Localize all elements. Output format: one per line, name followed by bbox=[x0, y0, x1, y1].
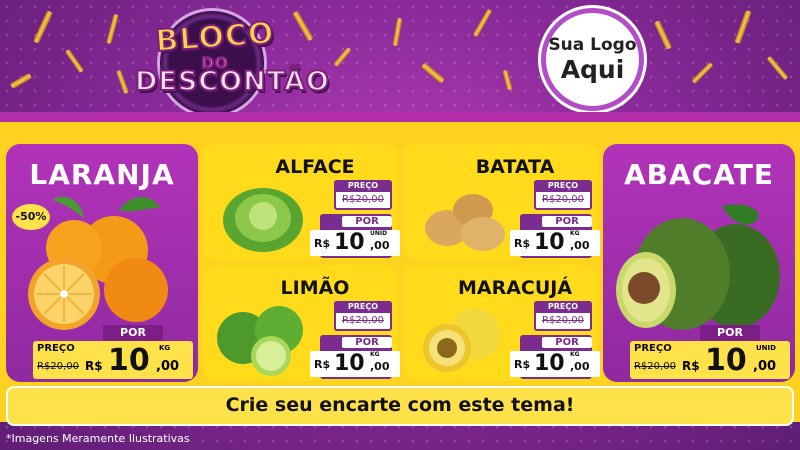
price-integer: 10 bbox=[534, 230, 565, 255]
currency: R$ bbox=[85, 359, 103, 373]
price-integer: 10 bbox=[334, 230, 365, 255]
price-value: R$ 10 ,00 KG bbox=[510, 230, 600, 256]
price-decimal: ,00 bbox=[753, 359, 777, 374]
discount-badge: -50% bbox=[12, 204, 50, 230]
price-unit: UNID bbox=[370, 230, 388, 237]
old-price: R$20,00 bbox=[342, 194, 384, 205]
lime-image bbox=[217, 306, 303, 376]
new-price-box: POR R$ 10 ,00 UNID bbox=[310, 214, 400, 258]
call-to-action-banner: Crie seu encarte com este tema! bbox=[6, 386, 794, 426]
price-decimal: ,00 bbox=[570, 360, 590, 373]
disclaimer-note: *Imagens Meramente Ilustrativas bbox=[6, 432, 190, 445]
price-unit: KG bbox=[570, 351, 580, 358]
por-label: POR bbox=[542, 216, 592, 227]
price-decimal: ,00 bbox=[570, 239, 590, 252]
preco-label: PREÇO bbox=[37, 343, 75, 354]
lettuce-image bbox=[223, 188, 303, 252]
flyer-canvas: BLOCO DO DESCONTÃO Sua Logo Aqui LARANJA… bbox=[0, 0, 800, 450]
old-price-box: PREÇO R$20,00 bbox=[534, 180, 592, 210]
price-decimal: ,00 bbox=[156, 359, 180, 374]
price-integer: 10 bbox=[705, 343, 747, 378]
product-name: LARANJA bbox=[29, 158, 175, 191]
old-price: R$20,00 bbox=[37, 361, 79, 372]
price-tag-alface: PREÇO R$20,00 POR R$ 10 ,00 UNID bbox=[310, 180, 400, 258]
price-tag-limao: PREÇO R$20,00 POR R$ 10 ,00 KG bbox=[310, 301, 400, 379]
old-price-box: PREÇO R$20,00 bbox=[534, 301, 592, 331]
price-box: PREÇO R$20,00 R$ 10 ,00 UNID bbox=[630, 341, 790, 379]
price-decimal: ,00 bbox=[370, 239, 390, 252]
currency: R$ bbox=[682, 359, 700, 373]
brand-logo-placeholder: Sua Logo Aqui bbox=[541, 8, 644, 111]
old-price-box: PREÇO R$20,00 bbox=[334, 301, 392, 331]
price-unit: KG bbox=[570, 230, 580, 237]
price-box: PREÇO R$20,00 R$ 10 ,00 KG bbox=[33, 341, 193, 379]
preco-label: PREÇO bbox=[334, 180, 392, 192]
old-price-box: PREÇO R$20,00 bbox=[334, 180, 392, 210]
passion-fruit-image bbox=[423, 308, 501, 372]
currency: R$ bbox=[314, 358, 331, 371]
old-price: R$20,00 bbox=[542, 315, 584, 326]
price-unit: KG bbox=[159, 344, 171, 352]
price-tag-abacate: POR PREÇO R$20,00 R$ 10 ,00 UNID bbox=[630, 325, 800, 381]
price-decimal: ,00 bbox=[370, 360, 390, 373]
brand-line-2: Aqui bbox=[560, 55, 625, 84]
price-value: R$ 10 ,00 KG bbox=[310, 351, 400, 377]
price-value: R$ 10 ,00 UNID bbox=[310, 230, 400, 256]
price-tag-maracuja: PREÇO R$20,00 POR R$ 10 ,00 KG bbox=[510, 301, 600, 379]
board-top-strip bbox=[0, 112, 800, 122]
price-value: R$ 10 ,00 KG bbox=[510, 351, 600, 377]
price-unit: KG bbox=[370, 351, 380, 358]
new-price-box: POR R$ 10 ,00 KG bbox=[310, 335, 400, 379]
logo-line-3: DESCONTÃO bbox=[134, 65, 330, 98]
banner-text: Crie seu encarte com este tema! bbox=[225, 394, 575, 416]
product-name: ABACATE bbox=[624, 158, 774, 191]
por-label: POR bbox=[342, 216, 392, 227]
por-label: POR bbox=[700, 325, 760, 341]
price-integer: 10 bbox=[108, 343, 150, 378]
preco-label: PREÇO bbox=[534, 301, 592, 313]
por-label: POR bbox=[542, 337, 592, 348]
old-price: R$20,00 bbox=[542, 194, 584, 205]
price-integer: 10 bbox=[534, 351, 565, 376]
price-unit: UNID bbox=[756, 344, 776, 352]
currency: R$ bbox=[514, 358, 531, 371]
price-tag-batata: PREÇO R$20,00 POR R$ 10 ,00 KG bbox=[510, 180, 600, 258]
preco-label: PREÇO bbox=[334, 301, 392, 313]
new-price-box: POR R$ 10 ,00 KG bbox=[510, 214, 600, 258]
currency: R$ bbox=[314, 237, 331, 250]
bloco-logo: BLOCO DO DESCONTÃO bbox=[134, 6, 330, 118]
product-name: BATATA bbox=[475, 156, 555, 178]
potato-image bbox=[425, 194, 505, 251]
brand-line-1: Sua Logo bbox=[548, 35, 637, 55]
new-price-box: POR R$ 10 ,00 KG bbox=[510, 335, 600, 379]
price-integer: 10 bbox=[334, 351, 365, 376]
price-tag-laranja: POR PREÇO R$20,00 R$ 10 ,00 KG bbox=[33, 325, 203, 381]
avocado-image bbox=[616, 204, 780, 330]
old-price: R$20,00 bbox=[634, 361, 676, 372]
por-label: POR bbox=[103, 325, 163, 341]
currency: R$ bbox=[514, 237, 531, 250]
preco-label: PREÇO bbox=[634, 343, 672, 354]
por-label: POR bbox=[342, 337, 392, 348]
preco-label: PREÇO bbox=[534, 180, 592, 192]
old-price: R$20,00 bbox=[342, 315, 384, 326]
